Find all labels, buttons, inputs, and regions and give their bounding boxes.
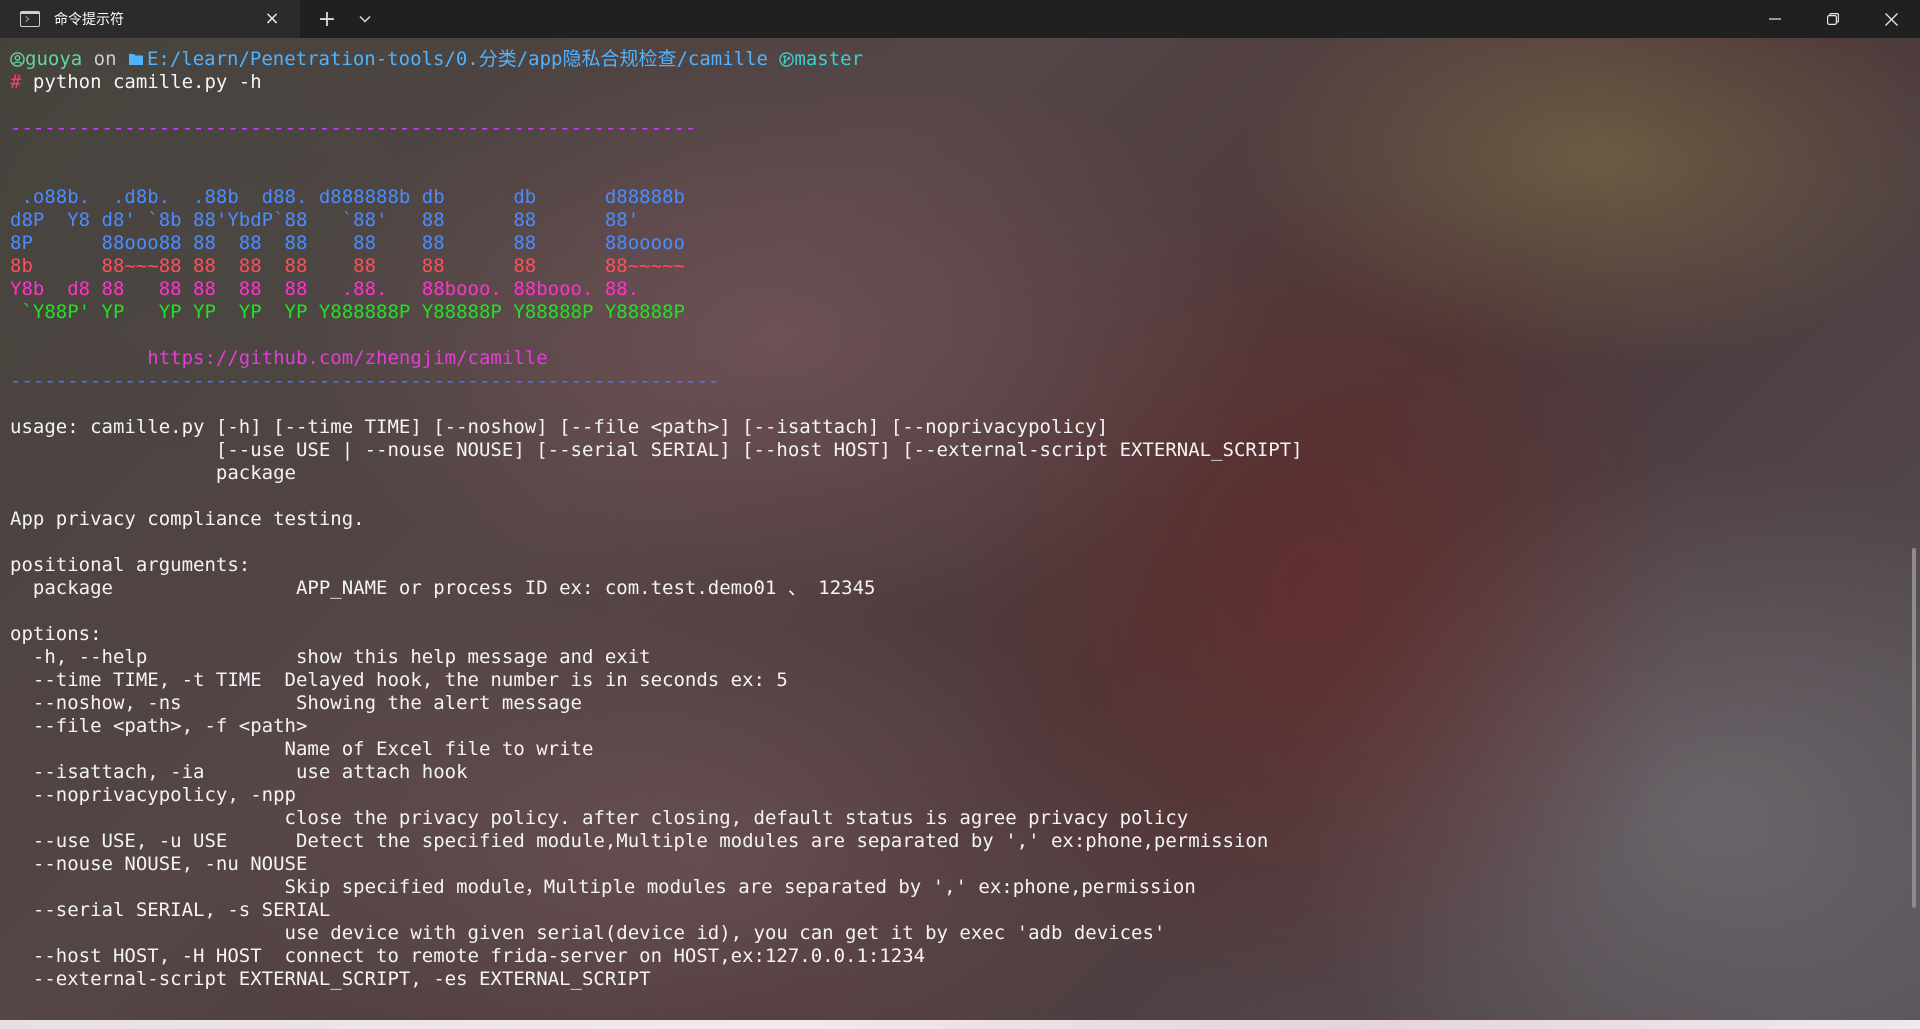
github-link[interactable]: https://github.com/zhengjim/camille [10,347,1303,370]
terminal-window: 命令提示符 × + guoya on E:/learn/Penetration-… [0,0,1920,1029]
chevron-down-icon [359,15,371,23]
banner-art-line: d8P Y8 d8' `8b 88'YbdP`88 `88' 88 88 88' [10,209,640,231]
prompt-line: guoya on E:/learn/Penetration-tools/0.分类… [10,48,1303,71]
title-bar[interactable]: 命令提示符 × + [0,0,1920,38]
tab-dropdown-button[interactable] [346,0,384,38]
close-tab-button[interactable]: × [262,9,282,29]
help-line: --host HOST, -H HOST connect to remote f… [10,945,926,967]
window-bottom-edge [0,1020,1920,1029]
help-line: package APP_NAME or process ID ex: com.t… [10,577,876,599]
help-line [10,485,1303,508]
minimize-icon [1769,18,1781,20]
git-branch-icon [779,52,795,67]
user-icon [10,52,25,67]
close-window-button[interactable] [1862,0,1920,38]
tab-command-prompt[interactable]: 命令提示符 × [0,0,300,38]
prompt-hash: # [10,71,22,93]
help-line: --noprivacypolicy, -npp [10,784,296,806]
new-tab-button[interactable]: + [308,0,346,38]
help-line: --nouse NOUSE, -nu NOUSE [10,853,308,875]
help-line: package [10,462,296,484]
terminal-icon [20,11,40,27]
help-line: App privacy compliance testing. [10,508,365,530]
help-line: --serial SERIAL, -s SERIAL [10,899,331,921]
help-line: --isattach, -ia use attach hook [10,761,468,783]
banner-art-line: Y8b d8 88 88 88 88 88 .88. 88booo. 88boo… [10,278,640,300]
help-line: options: [10,623,102,645]
prompt-on: on [82,48,128,70]
window-controls [1746,0,1920,38]
command-line: # python camille.py -h [10,71,1303,94]
help-line: use device with given serial(device id),… [10,922,1166,944]
banner-art-line: `Y88P' YP YP YP YP YP Y888888P Y88888P Y… [10,301,685,323]
restore-button[interactable] [1804,0,1862,38]
help-line: usage: camille.py [-h] [--time TIME] [--… [10,416,1109,438]
folder-icon [128,54,143,65]
help-line: --use USE, -u USE Detect the specified m… [10,830,1269,852]
banner-art-line: .o88b. .d8b. .88b d88. d888888b db db d8… [10,186,685,208]
restore-icon [1827,13,1839,25]
help-line: close the privacy policy. after closing,… [10,807,1189,829]
prompt-user: guoya [25,48,83,70]
banner-art-line: 8b 88~~~88 88 88 88 88 88 88 88~~~~~ [10,255,685,277]
help-line [10,531,1303,554]
help-line [10,600,1303,623]
help-line: [--use USE | --nouse NOUSE] [--serial SE… [10,439,1303,461]
minimize-button[interactable] [1746,0,1804,38]
banner-art-line: 8P 88ooo88 88 88 88 88 88 88 88ooooo [10,232,685,254]
command-text: python camille.py -h [21,71,262,93]
close-icon [1884,12,1898,26]
terminal-output-area[interactable]: guoya on E:/learn/Penetration-tools/0.分类… [0,38,1920,1029]
help-line: Skip specified module，Multiple modules a… [10,876,1196,898]
help-line: --time TIME, -t TIME Delayed hook, the n… [10,669,788,691]
scroll-thumb[interactable] [1912,548,1916,908]
banner-separator-top: ----------------------------------------… [10,117,697,139]
help-line: --file <path>, -f <path> [10,715,308,737]
tab-title: 命令提示符 [54,12,124,28]
help-output: usage: camille.py [-h] [--time TIME] [--… [10,416,1303,991]
help-line: --noshow, -ns Showing the alert message [10,692,582,714]
help-line: --external-script EXTERNAL_SCRIPT, -es E… [10,968,651,990]
banner-separator-bottom: ----------------------------------------… [10,370,720,392]
scrollbar[interactable] [1906,38,1920,1029]
prompt-branch: master [794,48,864,70]
help-line: positional arguments: [10,554,251,576]
terminal-text: guoya on E:/learn/Penetration-tools/0.分类… [10,48,1303,991]
help-line: Name of Excel file to write [10,738,594,760]
help-line: -h, --help show this help message and ex… [10,646,651,668]
prompt-path: E:/learn/Penetration-tools/0.分类/app隐私合规检… [146,48,768,70]
